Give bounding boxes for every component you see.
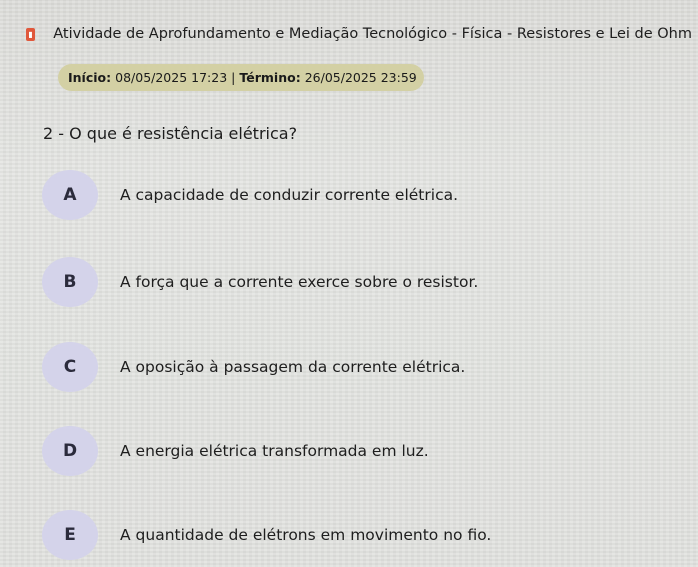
question-text: 2 - O que é resistência elétrica? [43, 124, 298, 143]
option-letter: C [42, 342, 98, 392]
option-a[interactable]: A A capacidade de conduzir corrente elét… [42, 170, 458, 220]
option-letter: E [42, 510, 98, 560]
start-label: Início: [68, 70, 112, 85]
book-icon: ▮ [26, 27, 36, 41]
option-text: A força que a corrente exerce sobre o re… [120, 273, 479, 291]
start-value: 08/05/2025 17:23 [115, 70, 228, 85]
date-range-badge: Início: 08/05/2025 17:23 | Término: 26/0… [58, 64, 424, 91]
activity-header: ▮ Atividade de Aprofundamento e Mediação… [26, 26, 692, 42]
option-c[interactable]: C A oposição à passagem da corrente elét… [42, 342, 465, 392]
option-text: A capacidade de conduzir corrente elétri… [120, 186, 459, 204]
end-label: Término: [239, 70, 301, 85]
option-text: A quantidade de elétrons em movimento no… [120, 526, 492, 544]
date-separator: | [231, 70, 236, 85]
option-letter: A [42, 170, 98, 220]
option-b[interactable]: B A força que a corrente exerce sobre o … [42, 257, 478, 307]
option-d[interactable]: D A energia elétrica transformada em luz… [42, 426, 429, 476]
option-letter: D [42, 426, 98, 476]
option-text: A energia elétrica transformada em luz. [120, 442, 429, 460]
end-value: 26/05/2025 23:59 [304, 70, 417, 85]
activity-title: Atividade de Aprofundamento e Mediação T… [53, 26, 692, 42]
option-letter: B [42, 257, 98, 307]
option-text: A oposição à passagem da corrente elétri… [120, 358, 466, 376]
option-e[interactable]: E A quantidade de elétrons em movimento … [42, 510, 491, 560]
